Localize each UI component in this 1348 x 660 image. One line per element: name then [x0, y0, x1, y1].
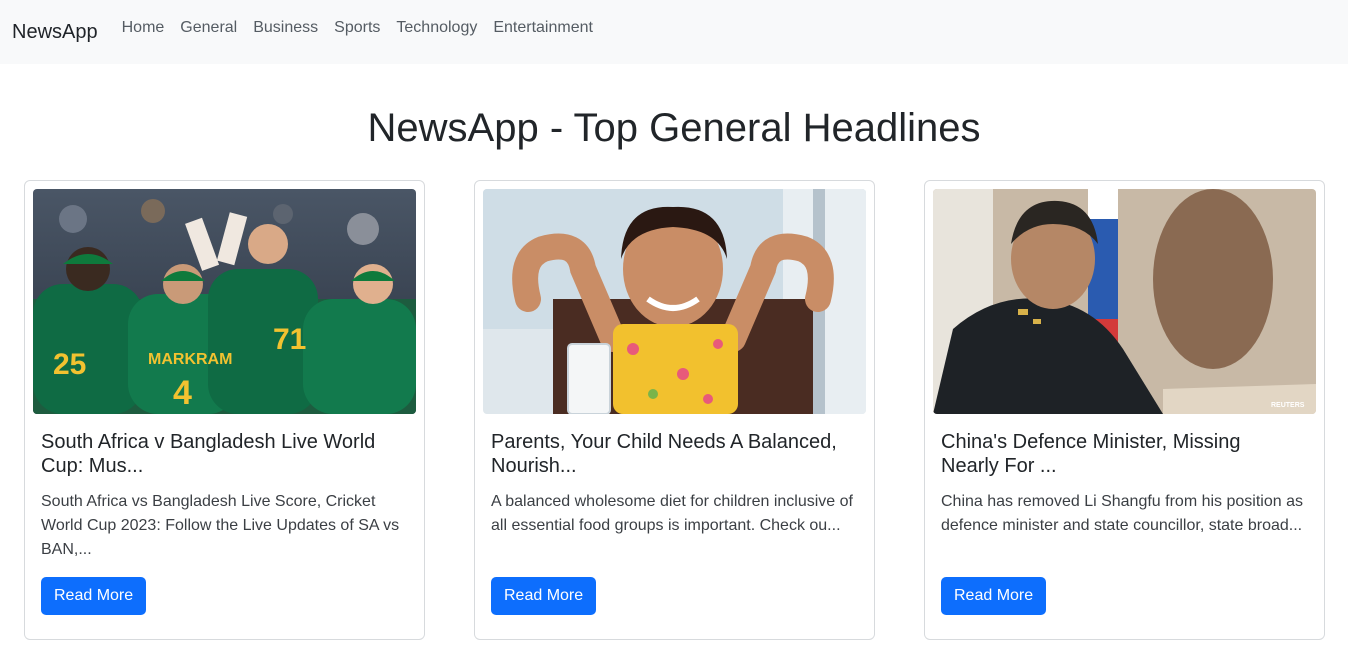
brand-link[interactable]: NewsApp: [12, 21, 98, 44]
card-description: A balanced wholesome diet for children i…: [491, 493, 853, 534]
nav-links: Home General Business Sports Technology …: [122, 19, 593, 37]
news-card: China's Defence Minister, Missing Nearly…: [924, 180, 1325, 640]
card-description: China has removed Li Shangfu from his po…: [941, 493, 1303, 534]
navbar: NewsApp Home General Business Sports Tec…: [0, 0, 1348, 64]
news-card: Parents, Your Child Needs A Balanced, No…: [474, 180, 875, 640]
card-body: China's Defence Minister, Missing Nearly…: [933, 414, 1316, 615]
defence-minister-image: [933, 189, 1316, 414]
nav-link-business[interactable]: Business: [253, 19, 318, 37]
nav-link-entertainment[interactable]: Entertainment: [493, 19, 593, 37]
card-title: Parents, Your Child Needs A Balanced, No…: [491, 431, 837, 477]
nav-link-sports[interactable]: Sports: [334, 19, 380, 37]
svg-text:4: 4: [173, 374, 192, 412]
child-flexing-image: [483, 189, 866, 414]
read-more-button[interactable]: Read More: [941, 577, 1047, 615]
nav-link-general[interactable]: General: [180, 19, 237, 37]
read-more-button[interactable]: Read More: [491, 577, 597, 615]
read-more-button[interactable]: Read More: [41, 577, 147, 615]
reuters-credit: REUTERS: [1271, 402, 1305, 409]
nav-link-technology[interactable]: Technology: [396, 19, 477, 37]
card-body: Parents, Your Child Needs A Balanced, No…: [483, 414, 866, 615]
card-title: China's Defence Minister, Missing Nearly…: [941, 431, 1241, 477]
card-body: South Africa v Bangladesh Live World Cup…: [33, 414, 416, 615]
page-title: NewsApp - Top General Headlines: [367, 106, 981, 150]
nav-link-home[interactable]: Home: [122, 19, 165, 37]
svg-text:71: 71: [273, 323, 306, 356]
card-description: South Africa vs Bangladesh Live Score, C…: [41, 493, 400, 558]
news-card: 25 MARKRAM 4 71 South Africa v Banglades…: [24, 180, 425, 640]
svg-text:25: 25: [53, 348, 86, 381]
svg-text:MARKRAM: MARKRAM: [148, 351, 232, 368]
card-title: South Africa v Bangladesh Live World Cup…: [41, 431, 376, 477]
cricket-team-celebration-image: 25 MARKRAM 4 71: [33, 189, 416, 414]
